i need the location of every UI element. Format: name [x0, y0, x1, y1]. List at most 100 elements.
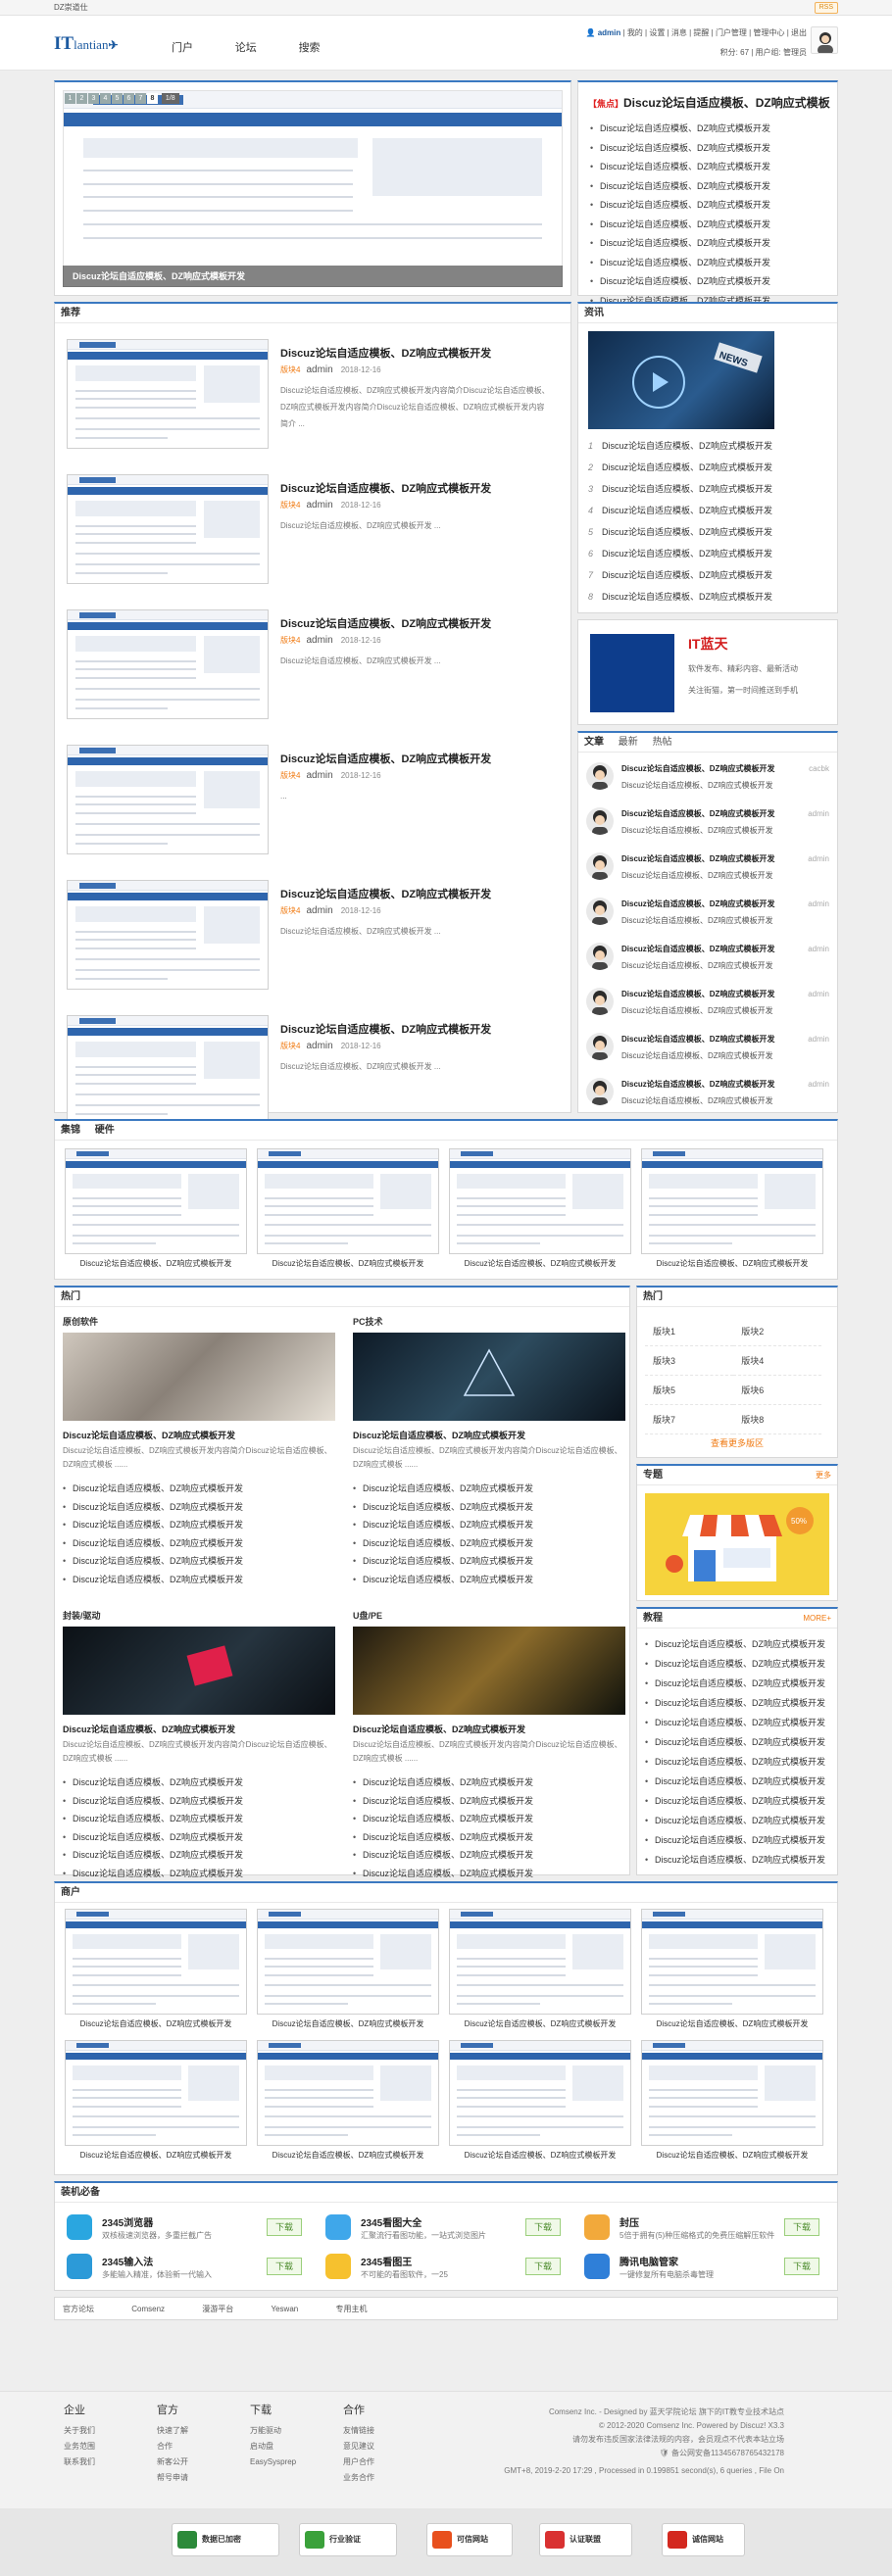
news-image[interactable]: NEWS [588, 331, 774, 429]
hot-subcategory[interactable]: U盘/PE [353, 1609, 382, 1622]
shop-caption[interactable]: Discuz论坛自适应模板、DZ响应式模板开发 [641, 2150, 823, 2161]
username-link[interactable]: admin [598, 28, 621, 37]
tutorial-list-item[interactable]: Discuz论坛自适应模板、DZ响应式模板开发 [645, 1752, 831, 1772]
forum-link[interactable]: 版块5 [645, 1376, 734, 1405]
tutorial-list-item[interactable]: Discuz论坛自适应模板、DZ响应式模板开发 [645, 1811, 831, 1830]
category-link[interactable]: 版块4 [280, 771, 300, 780]
trust-badge[interactable]: 诚信网站 [662, 2523, 745, 2556]
user-link-portal-admin[interactable]: 门户管理 [716, 28, 747, 37]
footer-link[interactable]: 快速了解 [157, 2423, 188, 2439]
hot-list-item[interactable]: Discuz论坛自适应模板、DZ响应式模板开发 [353, 1828, 625, 1847]
forum-link[interactable]: 版块7 [645, 1405, 734, 1434]
user-link-notices[interactable]: 提醒 [693, 28, 709, 37]
focus-list-item[interactable]: Discuz论坛自适应模板、DZ响应式模板开发 [590, 254, 829, 273]
shop-thumbnail[interactable] [257, 1909, 439, 2015]
collection-caption[interactable]: Discuz论坛自适应模板、DZ响应式模板开发 [449, 1258, 631, 1269]
user-link-my[interactable]: 我的 [627, 28, 643, 37]
shop-caption[interactable]: Discuz论坛自适应模板、DZ响应式模板开发 [65, 2018, 247, 2029]
shop-thumbnail[interactable] [257, 2040, 439, 2146]
tutorial-list-item[interactable]: Discuz论坛自适应模板、DZ响应式模板开发 [645, 1772, 831, 1791]
tab-collection[interactable]: 集锦 [61, 1125, 80, 1136]
category-link[interactable]: 版块4 [280, 501, 300, 510]
recommend-thumbnail[interactable] [67, 745, 269, 854]
hot-list-item[interactable]: Discuz论坛自适应模板、DZ响应式模板开发 [353, 1571, 625, 1589]
logout-link[interactable]: 退出 [791, 28, 807, 37]
collection-thumbnail[interactable] [257, 1148, 439, 1254]
tutorial-list-item[interactable]: Discuz论坛自适应模板、DZ响应式模板开发 [645, 1674, 831, 1693]
hot-item-title[interactable]: Discuz论坛自适应模板、DZ响应式模板开发 [63, 1723, 235, 1735]
footer-link[interactable]: 业务合作 [343, 2470, 374, 2486]
collection-caption[interactable]: Discuz论坛自适应模板、DZ响应式模板开发 [257, 1258, 439, 1269]
hot-list-item[interactable]: Discuz论坛自适应模板、DZ响应式模板开发 [353, 1774, 625, 1792]
focus-list-item[interactable]: Discuz论坛自适应模板、DZ响应式模板开发 [590, 234, 829, 254]
avatar[interactable] [586, 988, 614, 1015]
slide-dot-active[interactable]: 8 [147, 93, 158, 104]
focus-title[interactable]: 【焦点】Discuz论坛自适应模板、DZ响应式模板 [588, 94, 830, 111]
avatar[interactable] [586, 1078, 614, 1105]
news-list-item[interactable]: 2Discuz论坛自适应模板、DZ响应式模板开发 [586, 457, 831, 478]
site-name-link[interactable]: DZ崇道仕 [54, 3, 88, 12]
slide-dot[interactable]: 2 [76, 93, 87, 104]
hot-list-item[interactable]: Discuz论坛自适应模板、DZ响应式模板开发 [353, 1498, 625, 1517]
hot-list-item[interactable]: Discuz论坛自适应模板、DZ响应式模板开发 [63, 1846, 335, 1865]
tutorial-list-item[interactable]: Discuz论坛自适应模板、DZ响应式模板开发 [645, 1654, 831, 1674]
recommend-item-title[interactable]: Discuz论坛自适应模板、DZ响应式模板开发 [280, 886, 491, 901]
article-author[interactable]: admin [808, 809, 829, 818]
hot-list-item[interactable]: Discuz论坛自适应模板、DZ响应式模板开发 [63, 1865, 335, 1883]
trust-badge[interactable]: 可信网站 [426, 2523, 513, 2556]
special-image[interactable]: 50% [645, 1493, 829, 1595]
author-link[interactable]: admin [306, 365, 332, 375]
shop-thumbnail[interactable] [641, 2040, 823, 2146]
hot-list-item[interactable]: Discuz论坛自适应模板、DZ响应式模板开发 [353, 1480, 625, 1498]
hot-list-item[interactable]: Discuz论坛自适应模板、DZ响应式模板开发 [353, 1792, 625, 1811]
collection-thumbnail[interactable] [449, 1148, 631, 1254]
footer-link[interactable]: 业务范围 [64, 2439, 95, 2454]
article-title[interactable]: Discuz论坛自适应模板、DZ响应式模板开发 [621, 989, 774, 999]
hot-list-item[interactable]: Discuz论坛自适应模板、DZ响应式模板开发 [63, 1498, 335, 1517]
hot-list-item[interactable]: Discuz论坛自适应模板、DZ响应式模板开发 [353, 1846, 625, 1865]
avatar[interactable] [811, 26, 838, 54]
forum-link[interactable]: 版块6 [733, 1376, 822, 1405]
tutorial-list-item[interactable]: Discuz论坛自适应模板、DZ响应式模板开发 [645, 1732, 831, 1752]
hot-list-item[interactable]: Discuz论坛自适应模板、DZ响应式模板开发 [353, 1810, 625, 1828]
hot-list-item[interactable]: Discuz论坛自适应模板、DZ响应式模板开发 [63, 1792, 335, 1811]
tab-hardware[interactable]: 硬件 [95, 1125, 115, 1136]
tutorial-list-item[interactable]: Discuz论坛自适应模板、DZ响应式模板开发 [645, 1850, 831, 1870]
slide-dot[interactable]: 3 [88, 93, 99, 104]
recommend-thumbnail[interactable] [67, 339, 269, 449]
author-link[interactable]: admin [306, 1041, 332, 1051]
avatar[interactable] [586, 807, 614, 835]
recommend-thumbnail[interactable] [67, 1015, 269, 1125]
recommend-item-title[interactable]: Discuz论坛自适应模板、DZ响应式模板开发 [280, 751, 491, 766]
category-link[interactable]: 版块4 [280, 365, 300, 374]
slide-dot[interactable]: 4 [100, 93, 111, 104]
article-title[interactable]: Discuz论坛自适应模板、DZ响应式模板开发 [621, 1079, 774, 1090]
hot-list-item[interactable]: Discuz论坛自适应模板、DZ响应式模板开发 [63, 1828, 335, 1847]
hot-list-item[interactable]: Discuz论坛自适应模板、DZ响应式模板开发 [353, 1552, 625, 1571]
shop-thumbnail[interactable] [449, 2040, 631, 2146]
site-logo[interactable]: ITlantian✈ [54, 33, 119, 55]
hot-photo[interactable] [63, 1627, 335, 1715]
download-button[interactable]: 下载 [525, 2258, 561, 2275]
article-title[interactable]: Discuz论坛自适应模板、DZ响应式模板开发 [621, 808, 774, 819]
author-link[interactable]: admin [306, 905, 332, 916]
footer-link[interactable]: 用户合作 [343, 2454, 374, 2470]
collection-thumbnail[interactable] [641, 1148, 823, 1254]
hot-item-title[interactable]: Discuz论坛自适应模板、DZ响应式模板开发 [353, 1723, 525, 1735]
shop-caption[interactable]: Discuz论坛自适应模板、DZ响应式模板开发 [641, 2018, 823, 2029]
footer-link[interactable]: 联系我们 [64, 2454, 95, 2470]
collection-caption[interactable]: Discuz论坛自适应模板、DZ响应式模板开发 [65, 1258, 247, 1269]
article-author[interactable]: admin [808, 1080, 829, 1089]
software-name[interactable]: 2345浏览器 [102, 2214, 153, 2229]
tutorial-list-item[interactable]: Discuz论坛自适应模板、DZ响应式模板开发 [645, 1634, 831, 1654]
hot-subcategory[interactable]: 封装/驱动 [63, 1609, 101, 1622]
news-list-item[interactable]: 7Discuz论坛自适应模板、DZ响应式模板开发 [586, 564, 831, 586]
shop-thumbnail[interactable] [65, 1909, 247, 2015]
avatar[interactable] [586, 1033, 614, 1060]
friend-link[interactable]: 官方论坛 [63, 2305, 94, 2313]
recommend-item-title[interactable]: Discuz论坛自适应模板、DZ响应式模板开发 [280, 1021, 491, 1037]
friend-link[interactable]: Comsenz [131, 2305, 165, 2313]
forum-link[interactable]: 版块8 [733, 1405, 822, 1434]
author-link[interactable]: admin [306, 500, 332, 510]
article-author[interactable]: cacbk [809, 764, 829, 773]
